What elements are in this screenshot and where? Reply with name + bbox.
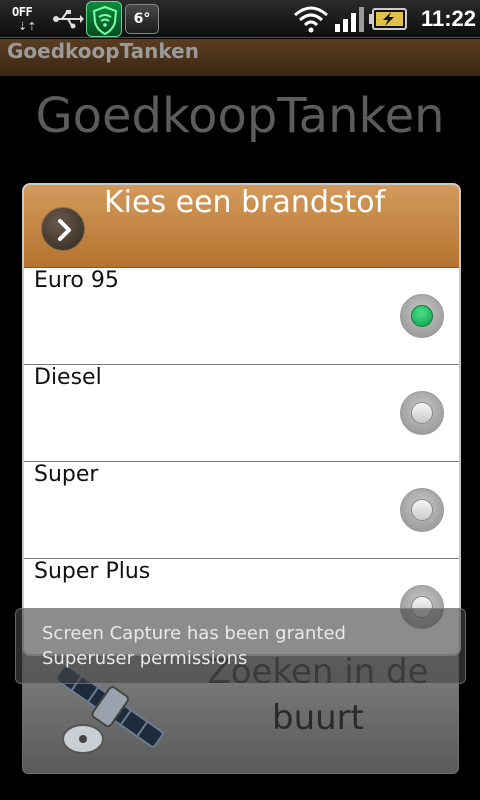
search-nearby-line2: buurt — [272, 698, 364, 738]
app-title: GoedkoopTanken — [7, 39, 199, 63]
fuel-option-euro95[interactable]: Euro 95 — [24, 268, 459, 365]
off-toggle-icon: OFF ⇣⇡ — [12, 5, 37, 33]
shield-icon — [86, 1, 122, 37]
off-badge: OFF — [12, 5, 33, 19]
fuel-option-label: Super — [34, 462, 99, 487]
toast-line2: Superuser permissions — [42, 648, 248, 669]
wifi-icon — [292, 4, 330, 34]
dialog-header: Kies een brandstof — [24, 185, 459, 268]
clock: 11:22 — [420, 6, 476, 31]
usb-icon — [52, 8, 84, 30]
dialog-title: Kies een brandstof — [104, 185, 386, 220]
fuel-option-label: Super Plus — [34, 559, 151, 584]
fuel-option-label: Euro 95 — [34, 268, 119, 293]
fuel-option-super[interactable]: Super — [24, 462, 459, 559]
toast-line1: Screen Capture has been granted — [42, 623, 346, 644]
status-bar: OFF ⇣⇡ 6° 11:22 — [0, 0, 480, 38]
page-title: GoedkoopTanken — [35, 88, 445, 144]
battery-charging-icon — [369, 8, 407, 30]
toast-notification: Screen Capture has been granted Superuse… — [15, 608, 466, 684]
radio-button[interactable] — [400, 488, 444, 532]
signal-icon — [334, 5, 366, 33]
app-title-bar: GoedkoopTanken — [0, 39, 480, 76]
fuel-option-label: Diesel — [34, 365, 102, 390]
fuel-option-diesel[interactable]: Diesel — [24, 365, 459, 462]
radio-button[interactable] — [400, 391, 444, 435]
radio-button-selected[interactable] — [400, 294, 444, 338]
chevron-right-icon — [41, 207, 85, 251]
fuel-choice-dialog: Kies een brandstof Euro 95 Diesel Super … — [22, 183, 461, 656]
temperature-icon: 6° — [125, 4, 159, 34]
